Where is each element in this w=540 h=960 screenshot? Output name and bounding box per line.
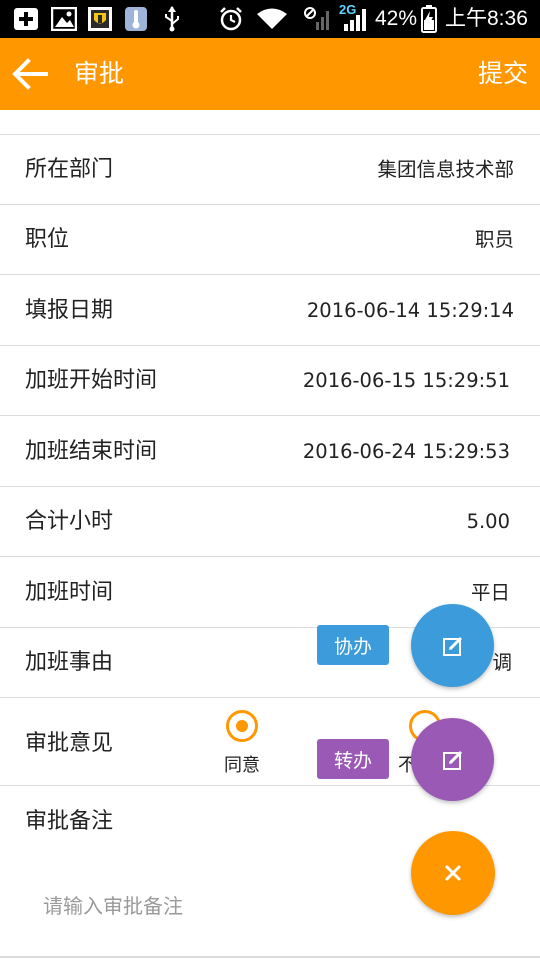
total-hours-label: 合计小时 xyxy=(25,509,114,534)
department-value: 集团信息技术部 xyxy=(377,158,514,181)
department-label: 所在部门 xyxy=(25,157,114,182)
radio-agree-label[interactable]: 同意 xyxy=(224,755,260,777)
wifi-icon xyxy=(255,6,289,32)
no-sim-signal-icon xyxy=(302,6,332,32)
submit-button[interactable]: 提交 xyxy=(478,58,528,90)
overtime-end-value: 2016-06-24 15:29:53 xyxy=(302,440,510,463)
signal-strength-icon xyxy=(340,6,372,32)
overtime-type-label: 加班时间 xyxy=(25,580,114,605)
report-date-label: 填报日期 xyxy=(25,298,114,323)
overtime-start-value: 2016-06-15 15:29:51 xyxy=(302,369,510,392)
approval-remark-label: 审批备注 xyxy=(25,809,114,834)
usb-icon xyxy=(160,6,184,32)
row-partial-top xyxy=(0,110,540,135)
row-report-date: 填报日期 2016-06-14 15:29:14 xyxy=(0,275,540,346)
alarm-icon xyxy=(217,6,245,32)
app-badge-icon xyxy=(86,6,114,32)
report-date-value: 2016-06-14 15:29:14 xyxy=(306,299,514,322)
arrow-left-icon xyxy=(12,58,48,90)
transfer-fab-button[interactable] xyxy=(411,718,494,801)
bottom-divider xyxy=(0,956,540,958)
back-button[interactable] xyxy=(8,52,52,96)
status-time: 上午8:36 xyxy=(445,7,528,30)
add-notification-icon xyxy=(12,6,40,32)
transfer-tag[interactable]: 转办 xyxy=(317,739,389,779)
status-bar: 2G 42% 上午8:36 xyxy=(0,0,540,38)
assist-fab-button[interactable] xyxy=(411,604,494,687)
overtime-end-label: 加班结束时间 xyxy=(25,439,158,464)
position-value: 职员 xyxy=(474,228,514,251)
app-bar: 审批 提交 xyxy=(0,38,540,110)
row-total-hours: 合计小时 5.00 xyxy=(0,487,540,557)
battery-percent: 42% xyxy=(375,7,418,30)
row-overtime-end: 加班结束时间 2016-06-24 15:29:53 xyxy=(0,416,540,487)
approval-remark-input[interactable]: 请输入审批备注 xyxy=(43,893,183,919)
row-department: 所在部门 集团信息技术部 xyxy=(0,135,540,205)
total-hours-value: 5.00 xyxy=(466,510,510,533)
overtime-reason-label: 加班事由 xyxy=(25,650,114,675)
overtime-reason-value: 调 xyxy=(492,651,512,674)
image-notification-icon xyxy=(50,6,78,32)
radio-agree-dot xyxy=(236,720,248,732)
row-position: 职位 职员 xyxy=(0,205,540,275)
overtime-start-label: 加班开始时间 xyxy=(25,368,158,393)
position-label: 职位 xyxy=(25,227,70,252)
assist-tag[interactable]: 协办 xyxy=(317,625,389,665)
screen: 2G 42% 上午8:36 审批 提交 所在部门 集团信息技术部 职位 职员 填… xyxy=(0,0,540,960)
close-icon xyxy=(445,865,461,881)
close-fab-button[interactable] xyxy=(411,831,495,915)
thermometer-icon xyxy=(122,6,150,32)
battery-charging-icon xyxy=(420,5,438,33)
radio-agree[interactable] xyxy=(226,710,258,742)
edit-icon xyxy=(442,750,462,770)
edit-icon xyxy=(442,636,462,656)
approval-opinion-label: 审批意见 xyxy=(25,731,114,756)
overtime-type-value: 平日 xyxy=(470,581,510,604)
page-title: 审批 xyxy=(74,59,125,88)
row-overtime-start: 加班开始时间 2016-06-15 15:29:51 xyxy=(0,346,540,416)
